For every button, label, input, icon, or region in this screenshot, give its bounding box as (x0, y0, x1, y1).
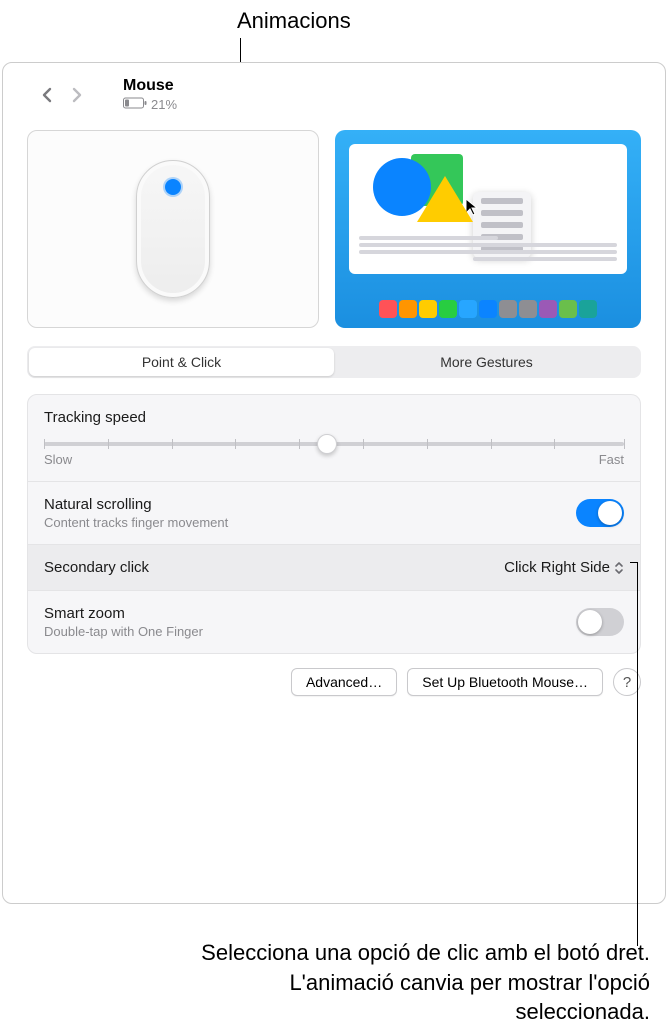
tracking-speed-row: Tracking speed Slow Fast (28, 395, 640, 482)
smart-zoom-toggle[interactable] (576, 608, 624, 636)
mouse-animation-preview (27, 130, 319, 328)
secondary-click-row: Secondary click Click Right Side (28, 545, 640, 591)
title-block: Mouse 21% (123, 77, 177, 112)
smart-zoom-label: Smart zoom (44, 605, 576, 622)
advanced-button[interactable]: Advanced… (291, 668, 397, 696)
mock-window (349, 144, 627, 274)
page-title: Mouse (123, 77, 177, 95)
button-row: Advanced… Set Up Bluetooth Mouse… ? (3, 654, 665, 710)
slider-thumb[interactable] (317, 434, 337, 454)
smart-zoom-row: Smart zoom Double-tap with One Finger (28, 591, 640, 653)
secondary-click-label: Secondary click (44, 559, 504, 576)
slider-fast-label: Fast (599, 452, 624, 467)
tab-segmented-control: Point & Click More Gestures (27, 346, 641, 378)
secondary-click-popup[interactable]: Click Right Side (504, 559, 624, 576)
mouse-settings-panel: Mouse 21% (2, 62, 666, 904)
nav-arrows (35, 83, 89, 107)
mouse-touch-dot (165, 179, 181, 195)
tracking-speed-label: Tracking speed (44, 409, 624, 426)
forward-button[interactable] (65, 83, 89, 107)
natural-scrolling-label: Natural scrolling (44, 496, 576, 513)
battery-icon (123, 97, 147, 112)
settings-list: Tracking speed Slow Fast (27, 394, 641, 654)
nav-row: Mouse 21% (3, 63, 665, 118)
slider-slow-label: Slow (44, 452, 72, 467)
mock-color-row (335, 300, 641, 318)
callout-bottom-label: Selecciona una opció de clic amb el botó… (160, 938, 650, 1027)
preview-row (3, 118, 665, 342)
setup-bluetooth-button[interactable]: Set Up Bluetooth Mouse… (407, 668, 603, 696)
mock-text-lines (359, 233, 617, 264)
battery-status: 21% (123, 97, 177, 112)
battery-percent: 21% (151, 97, 177, 112)
mouse-shape (136, 160, 210, 298)
desktop-animation-preview (335, 130, 641, 328)
back-button[interactable] (35, 83, 59, 107)
popup-arrows-icon (614, 561, 624, 575)
natural-scrolling-row: Natural scrolling Content tracks finger … (28, 482, 640, 545)
natural-scrolling-sub: Content tracks finger movement (44, 515, 576, 530)
tracking-speed-slider[interactable]: Slow Fast (44, 432, 624, 467)
callout-top-label: Animacions (237, 8, 351, 34)
secondary-click-value: Click Right Side (504, 559, 610, 576)
natural-scrolling-toggle[interactable] (576, 499, 624, 527)
tab-more-gestures[interactable]: More Gestures (334, 348, 639, 376)
smart-zoom-sub: Double-tap with One Finger (44, 624, 576, 639)
tab-point-click[interactable]: Point & Click (29, 348, 334, 376)
callout-line (637, 562, 638, 946)
mock-shapes (367, 154, 477, 226)
